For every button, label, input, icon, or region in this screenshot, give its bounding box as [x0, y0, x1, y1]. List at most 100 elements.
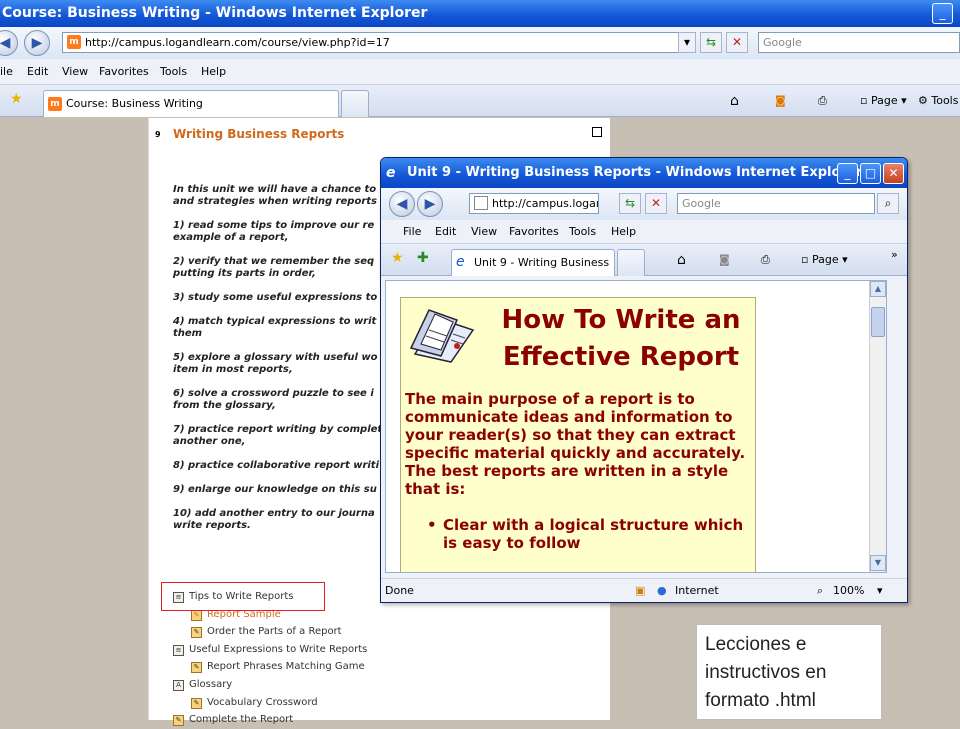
- zoom-icon: ⌕: [817, 584, 824, 597]
- popup-vertical-scrollbar[interactable]: ▲ ▼: [869, 281, 886, 572]
- activity-label: Order the Parts of a Report: [207, 626, 342, 638]
- tab-label: Course: Business Writing: [66, 97, 203, 110]
- unit-title: Writing Business Reports: [173, 127, 345, 141]
- popup-menu-favorites[interactable]: Favorites: [509, 220, 559, 244]
- popup-stop-icon[interactable]: ✕: [645, 193, 667, 214]
- popup-home-icon[interactable]: ⌂: [677, 251, 686, 269]
- activity-icon: ✎: [191, 662, 202, 674]
- popup-tab-row: ★ ✚ e Unit 9 - Writing Business R... ⌂ ◙…: [381, 244, 907, 294]
- page-menu[interactable]: ▫ Page ▾: [860, 92, 907, 110]
- back-button[interactable]: ◀: [0, 30, 18, 56]
- menu-favorites[interactable]: Favorites: [99, 59, 149, 85]
- activity-useful-expressions[interactable]: ≡ Useful Expressions to Write Reports: [173, 641, 433, 659]
- scroll-down-arrow-icon[interactable]: ▼: [870, 555, 886, 571]
- popup-title: Unit 9 - Writing Business Reports - Wind…: [407, 165, 863, 180]
- minimize-button[interactable]: _: [932, 3, 953, 24]
- activity-glossary[interactable]: A Glossary: [173, 676, 433, 694]
- unit-intro: In this unit we will have a chance to an…: [173, 184, 383, 531]
- scroll-up-arrow-icon[interactable]: ▲: [870, 281, 886, 297]
- activity-icon: ✎: [191, 627, 202, 639]
- main-address-row: ◀ ▶ m http://campus.logandlearn.com/cour…: [0, 27, 960, 59]
- menu-tools[interactable]: Tools: [160, 59, 187, 85]
- popup-page-menu[interactable]: ▫ Page ▾: [801, 251, 848, 269]
- activity-label: Report Phrases Matching Game: [207, 661, 365, 673]
- popup-new-tab-button[interactable]: [617, 249, 645, 276]
- security-icon: ▣: [635, 584, 646, 597]
- popup-search-placeholder: Google: [682, 197, 721, 210]
- popup-menu-file[interactable]: File: [403, 220, 421, 244]
- resource-page-icon: ≡: [173, 644, 184, 656]
- popup-print-icon[interactable]: ⎙: [761, 251, 770, 269]
- popup-menu-view[interactable]: View: [471, 220, 497, 244]
- scroll-thumb[interactable]: [871, 307, 885, 337]
- popup-menu-bar: File Edit View Favorites Tools Help: [381, 220, 907, 244]
- tools-label: Tools: [931, 94, 959, 107]
- popup-back-button[interactable]: ◀: [389, 191, 415, 217]
- popup-close-button[interactable]: ✕: [883, 163, 904, 184]
- popup-forward-button[interactable]: ▶: [417, 191, 443, 217]
- activity-label: Vocabulary Crossword: [207, 696, 318, 708]
- feeds-icon[interactable]: ◙: [775, 92, 786, 110]
- home-icon[interactable]: ⌂: [730, 92, 739, 110]
- search-input[interactable]: Google: [758, 32, 960, 53]
- popup-menu-help[interactable]: Help: [611, 220, 636, 244]
- popup-address-bar[interactable]: http://campus.logand: [469, 193, 599, 214]
- status-zoom[interactable]: 100%: [833, 579, 864, 602]
- forward-button[interactable]: ▶: [24, 30, 50, 56]
- popup-menu-tools[interactable]: Tools: [569, 220, 596, 244]
- address-bar[interactable]: m http://campus.logandlearn.com/course/v…: [62, 32, 696, 53]
- popup-minimize-button[interactable]: _: [837, 163, 858, 184]
- tab-moodle-icon: m: [48, 97, 62, 111]
- glossary-icon: A: [173, 679, 184, 691]
- popup-address-url: http://campus.logand: [492, 197, 599, 210]
- new-tab-button[interactable]: [341, 90, 369, 117]
- menu-help[interactable]: Help: [201, 59, 226, 85]
- activity-icon: ✎: [173, 715, 184, 727]
- popup-refresh-icon[interactable]: ⇆: [619, 193, 641, 214]
- report-bullet: Clear with a logical structure which is …: [425, 516, 751, 552]
- refresh-icon[interactable]: ⇆: [700, 32, 722, 53]
- page-label: Page: [870, 94, 898, 107]
- popup-more-icon[interactable]: »: [891, 246, 898, 264]
- tab-course-business-writing[interactable]: m Course: Business Writing: [43, 90, 339, 117]
- report-document: How To Write an Effective Report The mai…: [400, 297, 756, 572]
- popup-feeds-icon[interactable]: ◙: [719, 251, 730, 269]
- search-placeholder: Google: [763, 36, 802, 49]
- popup-search-icon[interactable]: ⌕: [877, 193, 899, 214]
- activity-label: Glossary: [189, 678, 233, 690]
- ie-logo-icon: e: [386, 165, 396, 181]
- menu-file[interactable]: ile: [0, 59, 13, 85]
- activity-icon: ✎: [191, 609, 202, 621]
- activity-phrases-matching-game[interactable]: ✎ Report Phrases Matching Game: [173, 658, 433, 676]
- popup-add-favorite-icon[interactable]: ✚: [417, 250, 429, 266]
- zoom-dropdown-icon[interactable]: ▾: [877, 579, 883, 602]
- unit-number: 9: [155, 130, 161, 139]
- address-dropdown-icon[interactable]: ▾: [678, 32, 696, 53]
- status-zone: Internet: [675, 584, 719, 597]
- unit-checkbox[interactable]: [592, 127, 602, 137]
- popup-page-label: Page: [811, 253, 839, 266]
- tools-menu[interactable]: ⚙ Tools: [918, 92, 958, 110]
- popup-favorites-star-icon[interactable]: ★: [391, 250, 404, 266]
- print-icon[interactable]: ⎙: [818, 92, 827, 110]
- popup-search-input[interactable]: Google: [677, 193, 875, 214]
- popup-tab-unit-9[interactable]: e Unit 9 - Writing Business R...: [451, 249, 615, 294]
- main-menu-bar: ile Edit View Favorites Tools Help: [0, 59, 960, 85]
- popup-address-row: ◀ ▶ http://campus.logand ⇆ ✕ Google ⌕: [381, 188, 907, 220]
- activity-vocabulary-crossword[interactable]: ✎ Vocabulary Crossword: [173, 694, 433, 712]
- report-papers-icon: [409, 309, 475, 363]
- popup-menu-edit[interactable]: Edit: [435, 220, 456, 244]
- activity-order-the-parts[interactable]: ✎ Order the Parts of a Report: [173, 623, 433, 641]
- menu-view[interactable]: View: [62, 59, 88, 85]
- report-heading: How To Write an Effective Report: [501, 305, 741, 372]
- popup-maximize-button[interactable]: □: [860, 163, 881, 184]
- popup-window: e Unit 9 - Writing Business Reports - Wi…: [380, 157, 908, 603]
- favorites-star-icon[interactable]: ★: [10, 91, 23, 107]
- popup-status-bar: Done ▣ ● Internet ⌕ 100% ▾: [381, 578, 907, 602]
- popup-title-bar: e Unit 9 - Writing Business Reports - Wi…: [381, 158, 907, 188]
- stop-icon[interactable]: ✕: [726, 32, 748, 53]
- address-url: http://campus.logandlearn.com/course/vie…: [85, 36, 390, 49]
- popup-content: How To Write an Effective Report The mai…: [385, 280, 887, 573]
- highlight-box: [161, 582, 325, 611]
- menu-edit[interactable]: Edit: [27, 59, 48, 85]
